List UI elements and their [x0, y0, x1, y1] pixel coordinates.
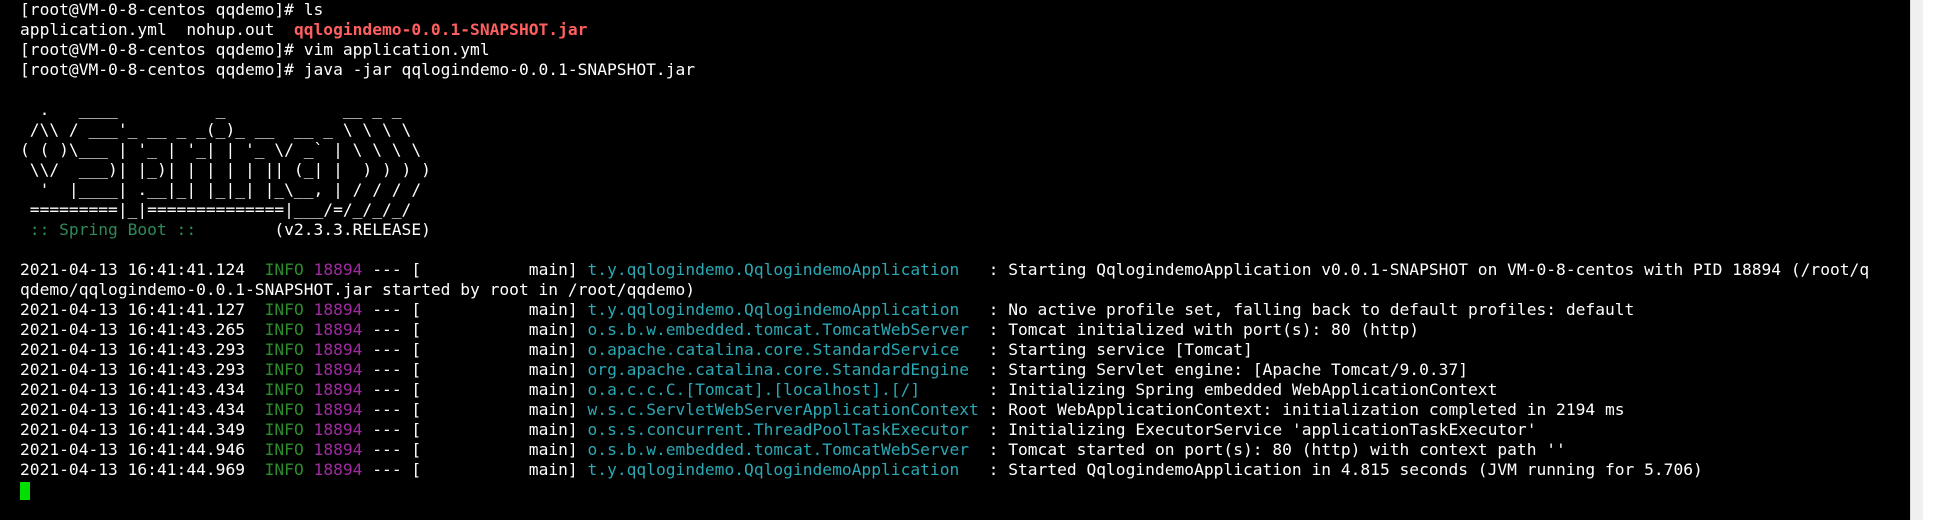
log-line: qdemo/qqlogindemo-0.0.1-SNAPSHOT.jar sta…: [20, 280, 1920, 300]
log-timestamp: 2021-04-13 16:41:44.946: [20, 440, 246, 459]
log-logger: t.y.qqlogindemo.QqlogindemoApplication: [587, 460, 979, 479]
log-level: INFO: [264, 380, 304, 399]
log-logger: o.s.b.w.embedded.tomcat.TomcatWebServer: [587, 440, 979, 459]
spring-boot-version: (v2.3.3.RELEASE): [205, 220, 431, 239]
log-message: : Initializing Spring embedded WebApplic…: [978, 380, 1498, 399]
log-timestamp: 2021-04-13 16:41:43.293: [20, 360, 246, 379]
terminal-window[interactable]: [root@VM-0-8-centos qqdemo]# ls applicat…: [0, 0, 1923, 520]
log-line: 2021-04-13 16:41:44.946 INFO 18894 --- […: [20, 440, 1920, 460]
log-line: 2021-04-13 16:41:43.434 INFO 18894 --- […: [20, 400, 1920, 420]
log-logger: o.s.s.concurrent.ThreadPoolTaskExecutor: [587, 420, 979, 439]
log-pid: 18894: [313, 400, 363, 419]
log-timestamp: 2021-04-13 16:41:44.349: [20, 420, 246, 439]
log-thread: --- [ main]: [362, 420, 588, 439]
log-thread: --- [ main]: [362, 300, 588, 319]
log-timestamp: 2021-04-13 16:41:43.265: [20, 320, 246, 339]
log-timestamp: 2021-04-13 16:41:43.434: [20, 400, 246, 419]
log-logger: t.y.qqlogindemo.QqlogindemoApplication: [587, 260, 979, 279]
log-timestamp: 2021-04-13 16:41:41.124: [20, 260, 246, 279]
log-level: INFO: [264, 340, 304, 359]
log-line: 2021-04-13 16:41:43.434 INFO 18894 --- […: [20, 380, 1920, 400]
log-pid: 18894: [313, 460, 363, 479]
log-logger: t.y.qqlogindemo.QqlogindemoApplication: [587, 300, 979, 319]
shell-command-vim: [root@VM-0-8-centos qqdemo]# vim applica…: [20, 40, 490, 59]
ls-jar-file: qqlogindemo-0.0.1-SNAPSHOT.jar: [293, 20, 588, 39]
log-line: 2021-04-13 16:41:43.293 INFO 18894 --- […: [20, 340, 1920, 360]
log-level: INFO: [264, 460, 304, 479]
log-line: 2021-04-13 16:41:43.265 INFO 18894 --- […: [20, 320, 1920, 340]
log-logger: o.apache.catalina.core.StandardService: [587, 340, 979, 359]
log-thread: --- [ main]: [362, 360, 588, 379]
log-logger: o.s.b.w.embedded.tomcat.TomcatWebServer: [587, 320, 979, 339]
log-pid: 18894: [313, 320, 363, 339]
log-message: : Starting service [Tomcat]: [978, 340, 1253, 359]
log-pid: 18894: [313, 360, 363, 379]
log-level: INFO: [264, 420, 304, 439]
log-continuation: qdemo/qqlogindemo-0.0.1-SNAPSHOT.jar sta…: [20, 280, 696, 299]
log-level: INFO: [264, 400, 304, 419]
log-timestamp: 2021-04-13 16:41:44.969: [20, 460, 246, 479]
log-message: : Tomcat initialized with port(s): 80 (h…: [978, 320, 1420, 339]
log-level: INFO: [264, 440, 304, 459]
shell-command-ls: [root@VM-0-8-centos qqdemo]# ls: [20, 0, 324, 19]
log-pid: 18894: [313, 420, 363, 439]
text-cursor: [20, 481, 30, 500]
log-line: 2021-04-13 16:41:41.124 INFO 18894 --- […: [20, 260, 1920, 280]
log-pid: 18894: [313, 260, 363, 279]
spring-banner-line: ( ( )\___ | '_ | '_| | '_ \/ _` | \ \ \ …: [20, 140, 422, 159]
log-thread: --- [ main]: [362, 260, 588, 279]
log-thread: --- [ main]: [362, 440, 588, 459]
log-line: 2021-04-13 16:41:41.127 INFO 18894 --- […: [20, 300, 1920, 320]
log-level: INFO: [264, 260, 304, 279]
log-line: 2021-04-13 16:41:44.969 INFO 18894 --- […: [20, 460, 1920, 480]
spring-banner-line: =========|_|==============|___/=/_/_/_/: [20, 200, 412, 219]
terminal-scrollbar[interactable]: [1910, 0, 1923, 520]
log-level: INFO: [264, 360, 304, 379]
log-output: 2021-04-13 16:41:41.124 INFO 18894 --- […: [20, 260, 1920, 480]
log-thread: --- [ main]: [362, 320, 588, 339]
spring-banner-line: /\\ / ___'_ __ _ _(_)_ __ __ _ \ \ \ \: [20, 120, 412, 139]
log-logger: org.apache.catalina.core.StandardEngine: [587, 360, 979, 379]
log-message: : Started QqlogindemoApplication in 4.81…: [978, 460, 1703, 479]
log-thread: --- [ main]: [362, 380, 588, 399]
log-logger: w.s.c.ServletWebServerApplicationContext: [587, 400, 979, 419]
log-thread: --- [ main]: [362, 340, 588, 359]
log-pid: 18894: [313, 300, 363, 319]
log-logger: o.a.c.c.C.[Tomcat].[localhost].[/]: [587, 380, 979, 399]
terminal-output: [root@VM-0-8-centos qqdemo]# ls applicat…: [20, 0, 1920, 500]
prompt-line[interactable]: [20, 480, 1920, 500]
log-message: : Tomcat started on port(s): 80 (http) w…: [978, 440, 1566, 459]
spring-boot-version-line: :: Spring Boot :: (v2.3.3.RELEASE): [20, 220, 1920, 240]
log-message: : Root WebApplicationContext: initializa…: [978, 400, 1625, 419]
log-thread: --- [ main]: [362, 400, 588, 419]
log-level: INFO: [264, 320, 304, 339]
ls-output: application.yml nohup.out qqlogindemo-0.…: [20, 20, 1920, 40]
log-line: 2021-04-13 16:41:44.349 INFO 18894 --- […: [20, 420, 1920, 440]
log-pid: 18894: [313, 340, 363, 359]
log-message: : Initializing ExecutorService 'applicat…: [978, 420, 1537, 439]
log-level: INFO: [264, 300, 304, 319]
spring-banner-line: ' |____| .__|_| |_|_| |_\__, | / / / /: [20, 180, 422, 199]
log-thread: --- [ main]: [362, 460, 588, 479]
spring-banner-line: \\/ ___)| |_)| | | | | || (_| | ) ) ) ): [20, 160, 431, 179]
spring-boot-label: :: Spring Boot ::: [20, 220, 206, 239]
shell-command-java: [root@VM-0-8-centos qqdemo]# java -jar q…: [20, 60, 696, 79]
log-timestamp: 2021-04-13 16:41:43.434: [20, 380, 246, 399]
log-timestamp: 2021-04-13 16:41:43.293: [20, 340, 246, 359]
log-message: : Starting QqlogindemoApplication v0.0.1…: [978, 260, 1870, 279]
log-message: : No active profile set, falling back to…: [978, 300, 1635, 319]
log-pid: 18894: [313, 380, 363, 399]
log-timestamp: 2021-04-13 16:41:41.127: [20, 300, 246, 319]
ls-files: application.yml nohup.out: [20, 20, 294, 39]
log-message: : Starting Servlet engine: [Apache Tomca…: [978, 360, 1469, 379]
spring-banner-line: . ____ _ __ _ _: [20, 100, 402, 119]
log-pid: 18894: [313, 440, 363, 459]
log-line: 2021-04-13 16:41:43.293 INFO 18894 --- […: [20, 360, 1920, 380]
